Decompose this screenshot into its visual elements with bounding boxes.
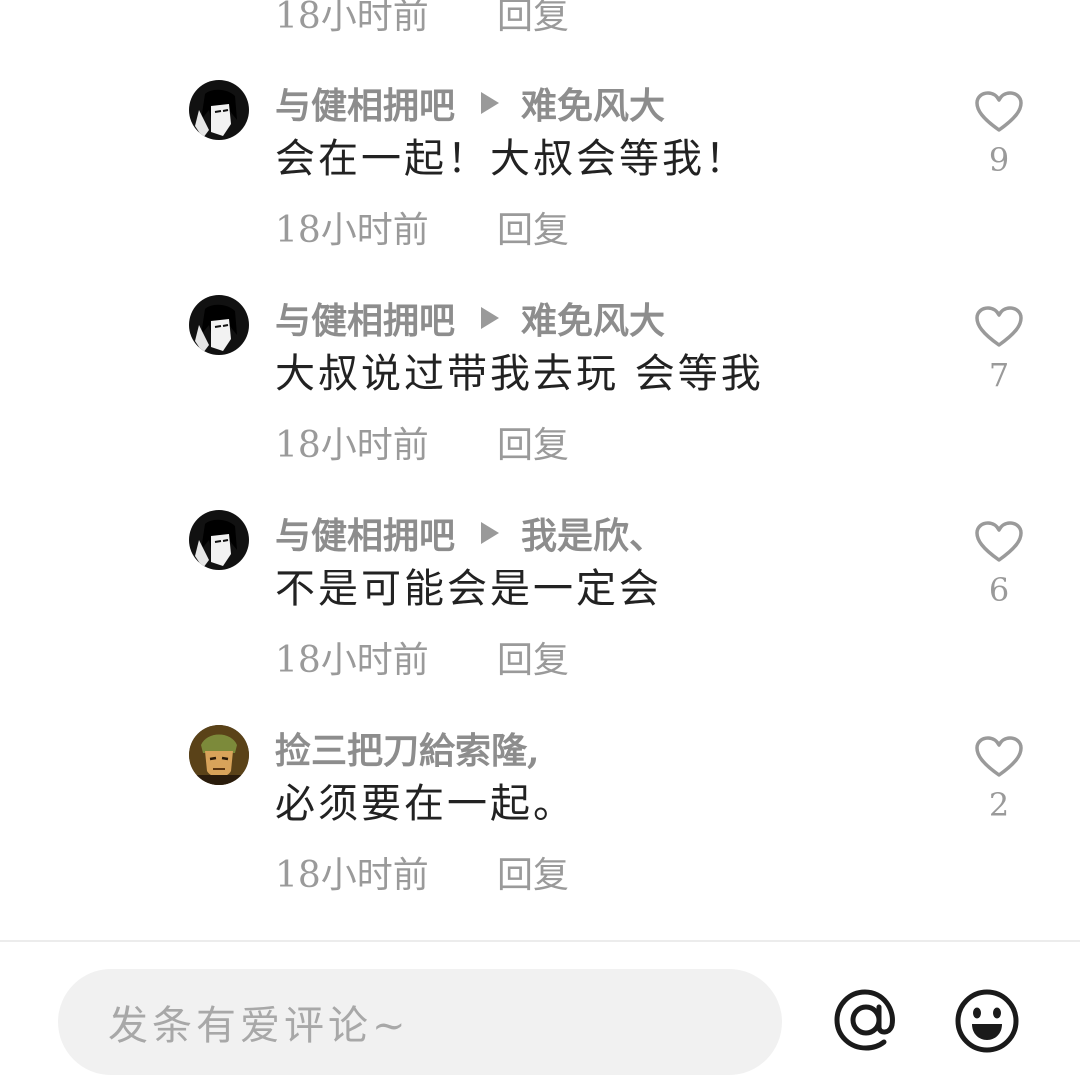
like-count: 2 xyxy=(988,786,1010,824)
comment-time: 18小时前 xyxy=(275,0,429,37)
user-avatar[interactable] xyxy=(189,725,249,785)
comments-screen: 18小时前 回复 与健相拥吧 难免风大 会在一起！大叔会等我！ 18小时前 回复… xyxy=(0,0,1080,1080)
user-avatar[interactable] xyxy=(189,295,249,355)
reply-button[interactable]: 回复 xyxy=(497,201,569,253)
heart-outline-icon xyxy=(975,91,1023,132)
like-button[interactable]: 9 xyxy=(968,90,1030,180)
user-avatar[interactable] xyxy=(189,510,249,570)
comment-text: 会在一起！大叔会等我！ xyxy=(275,136,748,182)
comment-input-bar: 发条有爱评论~ xyxy=(0,940,1080,1080)
user-avatar[interactable] xyxy=(189,80,249,140)
reply-button[interactable]: 回复 xyxy=(497,416,569,468)
reply-button[interactable]: 回复 xyxy=(497,846,569,898)
comment-time: 18小时前 xyxy=(275,425,429,466)
comment-time: 18小时前 xyxy=(275,210,429,251)
comment-meta: 18小时前 回复 xyxy=(275,416,569,468)
author-name[interactable]: 与健相拥吧 xyxy=(275,77,455,129)
comment-item: 与健相拥吧 难免风大 大叔说过带我去玩 会等我 18小时前 回复 7 xyxy=(0,295,1080,495)
comment-text: 不是可能会是一定会 xyxy=(275,566,662,612)
reply-to-name[interactable]: 难免风大 xyxy=(521,292,665,344)
comment-time: 18小时前 xyxy=(275,640,429,681)
heart-outline-icon xyxy=(975,521,1023,562)
author-name[interactable]: 捡三把刀給索隆, xyxy=(275,722,540,774)
emoji-button[interactable] xyxy=(953,987,1021,1055)
reply-button[interactable]: 回复 xyxy=(497,631,569,683)
comment-input-placeholder: 发条有爱评论~ xyxy=(108,1003,410,1049)
comment-text: 大叔说过带我去玩 会等我 xyxy=(275,351,764,397)
reply-arrow-icon xyxy=(481,522,500,544)
anime-girl-avatar-icon xyxy=(189,295,249,355)
heart-outline-icon xyxy=(975,736,1023,777)
author-line: 与健相拥吧 我是欣、 xyxy=(275,507,665,559)
at-sign-icon xyxy=(834,989,895,1051)
author-name[interactable]: 与健相拥吧 xyxy=(275,292,455,344)
reply-arrow-icon xyxy=(481,92,500,114)
comment-list[interactable]: 18小时前 回复 与健相拥吧 难免风大 会在一起！大叔会等我！ 18小时前 回复… xyxy=(0,0,1080,940)
comment-time: 18小时前 xyxy=(275,855,429,896)
like-button[interactable]: 6 xyxy=(968,520,1030,610)
like-count: 7 xyxy=(988,356,1010,394)
comment-text: 必须要在一起。 xyxy=(275,781,576,827)
anime-girl-avatar-icon xyxy=(189,510,249,570)
zoro-avatar-icon xyxy=(189,725,249,785)
previous-comment-meta: 18小时前 回复 xyxy=(275,0,569,39)
comment-meta: 18小时前 回复 xyxy=(275,631,569,683)
comment-meta: 18小时前 回复 xyxy=(275,201,569,253)
mention-button[interactable] xyxy=(833,987,899,1053)
like-button[interactable]: 7 xyxy=(968,305,1030,395)
smiley-face-icon xyxy=(955,989,1019,1053)
comment-meta: 18小时前 回复 xyxy=(275,846,569,898)
reply-to-name[interactable]: 难免风大 xyxy=(521,77,665,129)
comment-input[interactable]: 发条有爱评论~ xyxy=(58,969,782,1075)
author-line: 捡三把刀給索隆, xyxy=(275,722,540,774)
anime-girl-avatar-icon xyxy=(189,80,249,140)
comment-item: 与健相拥吧 难免风大 会在一起！大叔会等我！ 18小时前 回复 9 xyxy=(0,80,1080,280)
author-line: 与健相拥吧 难免风大 xyxy=(275,77,665,129)
author-name[interactable]: 与健相拥吧 xyxy=(275,507,455,559)
heart-outline-icon xyxy=(975,306,1023,347)
reply-to-name[interactable]: 我是欣、 xyxy=(521,507,665,559)
like-count: 9 xyxy=(988,141,1010,179)
like-button[interactable]: 2 xyxy=(968,735,1030,825)
like-count: 6 xyxy=(988,571,1010,609)
comment-item: 与健相拥吧 我是欣、 不是可能会是一定会 18小时前 回复 6 xyxy=(0,510,1080,710)
reply-arrow-icon xyxy=(481,307,500,329)
comment-item: 捡三把刀給索隆, 必须要在一起。 18小时前 回复 2 xyxy=(0,725,1080,925)
reply-button[interactable]: 回复 xyxy=(497,0,569,39)
author-line: 与健相拥吧 难免风大 xyxy=(275,292,665,344)
